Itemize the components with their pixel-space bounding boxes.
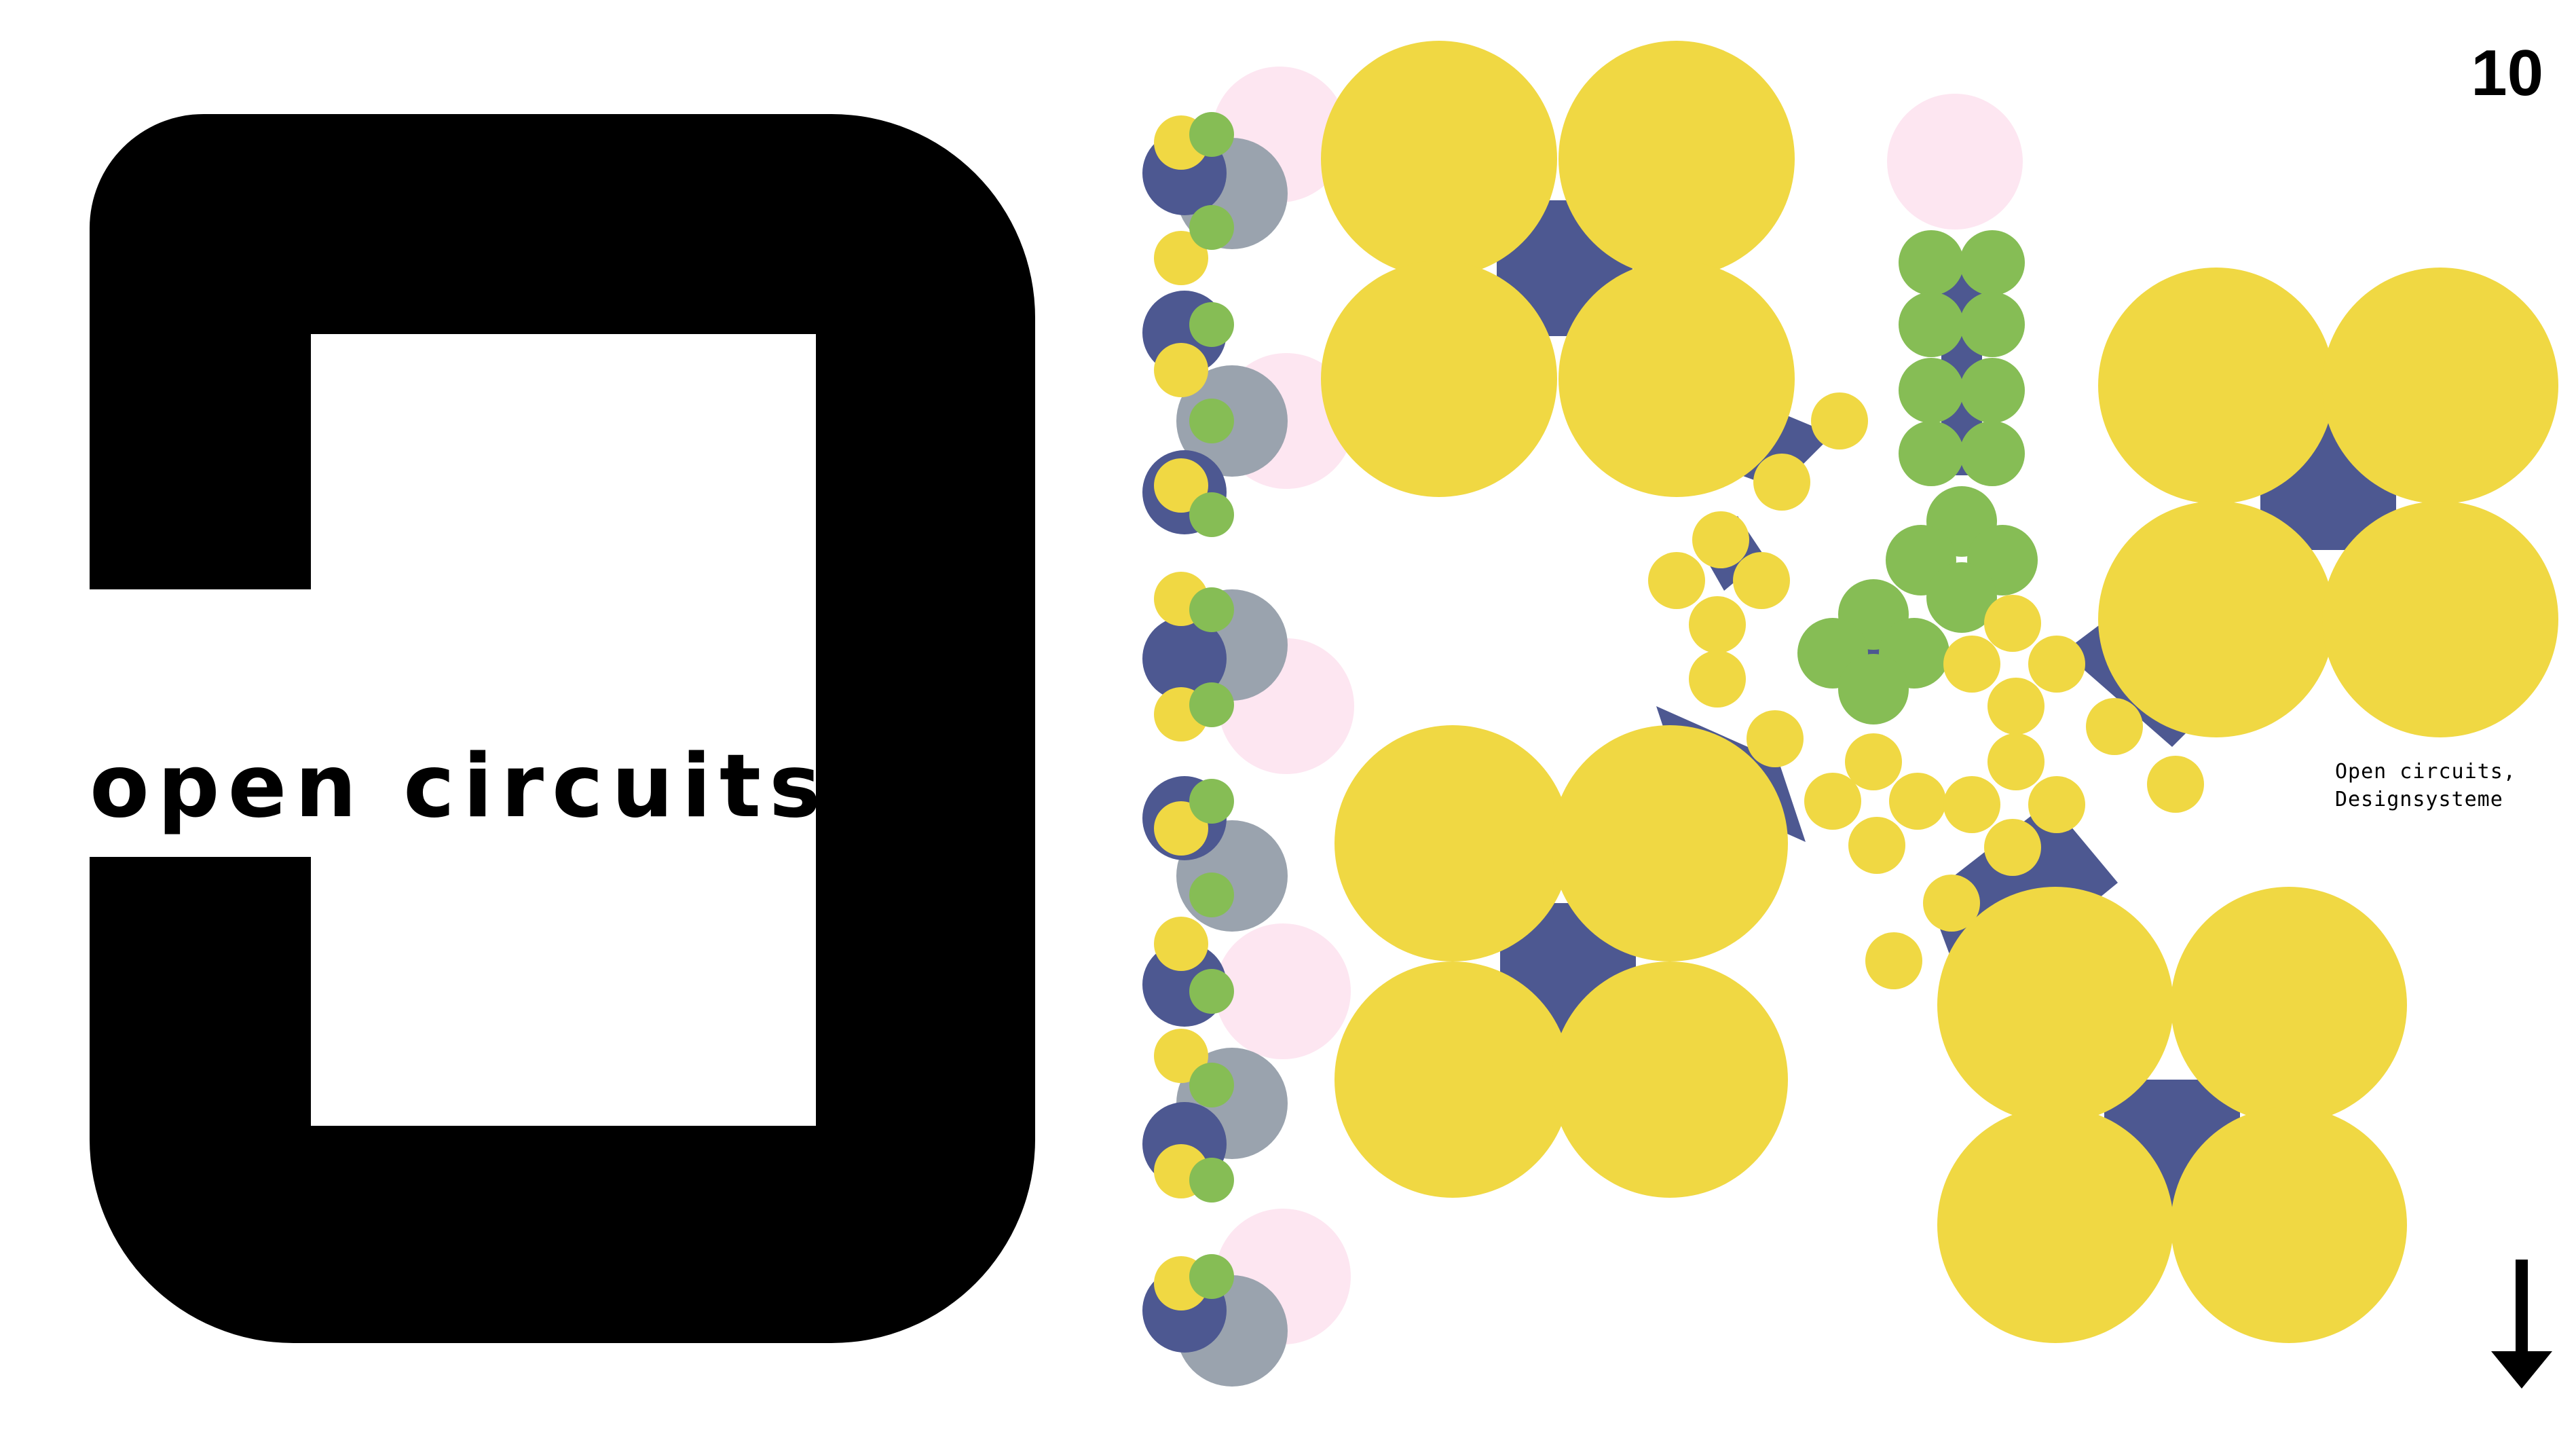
arrow-down-icon[interactable] [2491,1260,2552,1392]
cluster-bottom-right [1937,887,2407,1343]
caption: Open circuits, Designsysteme [2335,758,2516,813]
caption-line-1: Open circuits, [2335,760,2516,784]
circuit-pattern [1142,41,2558,1387]
cluster-top-right [2098,268,2558,737]
cluster-mid-left [1334,725,1788,1198]
cluster-top-left [1321,41,1795,497]
caption-line-2: Designsysteme [2335,787,2503,811]
